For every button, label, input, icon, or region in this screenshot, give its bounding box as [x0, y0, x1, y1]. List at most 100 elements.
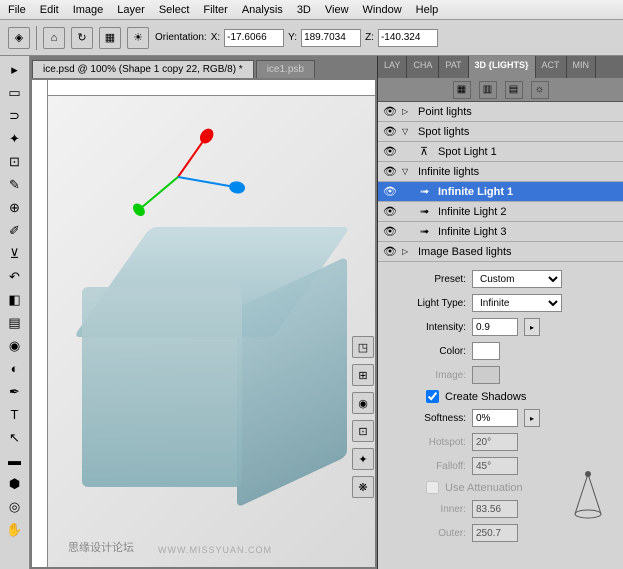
intensity-step[interactable]: ▸ [524, 318, 540, 336]
3d-gizmo[interactable] [128, 126, 248, 206]
dodge-tool[interactable]: ◐ [3, 357, 27, 380]
shape-tool[interactable]: ▬ [3, 449, 27, 472]
y-input[interactable] [301, 29, 361, 47]
gizmo-y-axis[interactable] [139, 176, 179, 210]
gradient-tool[interactable]: ▤ [3, 311, 27, 334]
twisty-icon[interactable]: ▷ [402, 107, 414, 116]
menu-layer[interactable]: Layer [117, 4, 145, 16]
rotate-icon[interactable]: ↻ [71, 27, 93, 49]
menu-3d[interactable]: 3D [297, 4, 311, 16]
eraser-tool[interactable]: ◧ [3, 288, 27, 311]
gizmo-x-axis[interactable] [177, 135, 207, 177]
intensity-input[interactable] [472, 318, 518, 336]
menu-analysis[interactable]: Analysis [242, 4, 283, 16]
side-icon-4[interactable]: ⊡ [352, 420, 374, 442]
light-item-inf1[interactable]: 👁 ➟ Infinite Light 1 [378, 182, 623, 202]
brush-tool[interactable]: ✐ [3, 219, 27, 242]
tab-channels[interactable]: CHA [407, 56, 439, 78]
stamp-tool[interactable]: ⊻ [3, 242, 27, 265]
outer-input [472, 524, 518, 542]
light-icon[interactable]: ☀ [127, 27, 149, 49]
menu-filter[interactable]: Filter [203, 4, 227, 16]
wand-tool[interactable]: ✦ [3, 127, 27, 150]
visibility-icon[interactable]: 👁 [382, 165, 398, 178]
camera-tool[interactable]: ◎ [3, 495, 27, 518]
light-item-spot1[interactable]: 👁 ⊼ Spot Light 1 [378, 142, 623, 162]
light-item-inf2[interactable]: 👁 ➟ Infinite Light 2 [378, 202, 623, 222]
move-tool[interactable]: ▸ [3, 58, 27, 81]
softness-step[interactable]: ▸ [524, 409, 540, 427]
tab-min[interactable]: MIN [567, 56, 597, 78]
history-brush-tool[interactable]: ↶ [3, 265, 27, 288]
visibility-icon[interactable]: 👁 [382, 105, 398, 118]
orientation-label: Orientation: [155, 32, 207, 43]
light-properties: Preset: Custom Light Type: Infinite Inte… [378, 262, 623, 569]
wireframe-icon[interactable]: ▦ [99, 27, 121, 49]
menu-image[interactable]: Image [73, 4, 104, 16]
gizmo-z-axis[interactable] [178, 176, 237, 188]
side-icon-2[interactable]: ⊞ [352, 364, 374, 386]
filter-mesh-icon[interactable]: ▥ [479, 81, 497, 99]
tab-paths[interactable]: PAT [439, 56, 468, 78]
side-icon-1[interactable]: ◳ [352, 336, 374, 358]
falloff-input [472, 457, 518, 475]
color-swatch[interactable] [472, 342, 500, 360]
visibility-icon[interactable]: 👁 [382, 125, 398, 138]
visibility-icon[interactable]: 👁 [382, 205, 398, 218]
marquee-tool[interactable]: ▭ [3, 81, 27, 104]
pen-tool[interactable]: ✒ [3, 380, 27, 403]
home-icon[interactable]: ⌂ [43, 27, 65, 49]
light-group-image[interactable]: 👁 ▷ Image Based lights [378, 242, 623, 262]
canvas[interactable]: 思缘设计论坛 WWW.MISSYUAN.COM [48, 96, 375, 567]
visibility-icon[interactable]: 👁 [382, 185, 398, 198]
3d-tool[interactable]: ⬢ [3, 472, 27, 495]
menu-view[interactable]: View [325, 4, 349, 16]
path-tool[interactable]: ↖ [3, 426, 27, 449]
menu-help[interactable]: Help [416, 4, 439, 16]
light-group-infinite[interactable]: 👁 ▽ Infinite lights [378, 162, 623, 182]
tab-layers[interactable]: LAY [378, 56, 407, 78]
visibility-icon[interactable]: 👁 [382, 245, 398, 258]
blur-tool[interactable]: ◉ [3, 334, 27, 357]
preset-label: Preset: [386, 274, 466, 285]
filter-light-icon[interactable]: ☼ [531, 81, 549, 99]
tab-3d-lights[interactable]: 3D {LIGHTS} [469, 56, 536, 78]
filter-material-icon[interactable]: ▤ [505, 81, 523, 99]
softness-input[interactable] [472, 409, 518, 427]
light-group-point[interactable]: 👁 ▷ Point lights [378, 102, 623, 122]
hand-tool[interactable]: ✋ [3, 518, 27, 541]
type-tool[interactable]: T [3, 403, 27, 426]
twisty-icon[interactable]: ▽ [402, 167, 414, 176]
eyedropper-tool[interactable]: ✎ [3, 173, 27, 196]
doc-tab-active[interactable]: ice.psd @ 100% (Shape 1 copy 22, RGB/8) … [32, 60, 254, 78]
x-input[interactable] [224, 29, 284, 47]
lighttype-select[interactable]: Infinite [472, 294, 562, 312]
preset-select[interactable]: Custom [472, 270, 562, 288]
use-attenuation-label: Use Attenuation [445, 482, 523, 494]
light-group-spot[interactable]: 👁 ▽ Spot lights [378, 122, 623, 142]
lasso-tool[interactable]: ⊃ [3, 104, 27, 127]
menu-select[interactable]: Select [159, 4, 190, 16]
create-shadows-checkbox[interactable] [426, 390, 439, 403]
menu-edit[interactable]: Edit [40, 4, 59, 16]
side-icon-5[interactable]: ✦ [352, 448, 374, 470]
options-bar: ◈ ⌂ ↻ ▦ ☀ Orientation: X: Y: Z: [0, 20, 623, 56]
menu-window[interactable]: Window [363, 4, 402, 16]
visibility-icon[interactable]: 👁 [382, 225, 398, 238]
heal-tool[interactable]: ⊕ [3, 196, 27, 219]
tool-preset-icon[interactable]: ◈ [8, 27, 30, 49]
tab-actions[interactable]: ACT [536, 56, 567, 78]
intensity-label: Intensity: [386, 322, 466, 333]
z-input[interactable] [378, 29, 438, 47]
crop-tool[interactable]: ⊡ [3, 150, 27, 173]
twisty-icon[interactable]: ▽ [402, 127, 414, 136]
menu-file[interactable]: File [8, 4, 26, 16]
doc-tab-inactive[interactable]: ice1.psb [256, 60, 315, 78]
side-icon-3[interactable]: ◉ [352, 392, 374, 414]
light-item-inf3[interactable]: 👁 ➟ Infinite Light 3 [378, 222, 623, 242]
twisty-icon[interactable]: ▷ [402, 247, 414, 256]
side-icon-6[interactable]: ❋ [352, 476, 374, 498]
filter-scene-icon[interactable]: ▦ [453, 81, 471, 99]
document-area: ice.psd @ 100% (Shape 1 copy 22, RGB/8) … [30, 56, 377, 569]
visibility-icon[interactable]: 👁 [382, 145, 398, 158]
